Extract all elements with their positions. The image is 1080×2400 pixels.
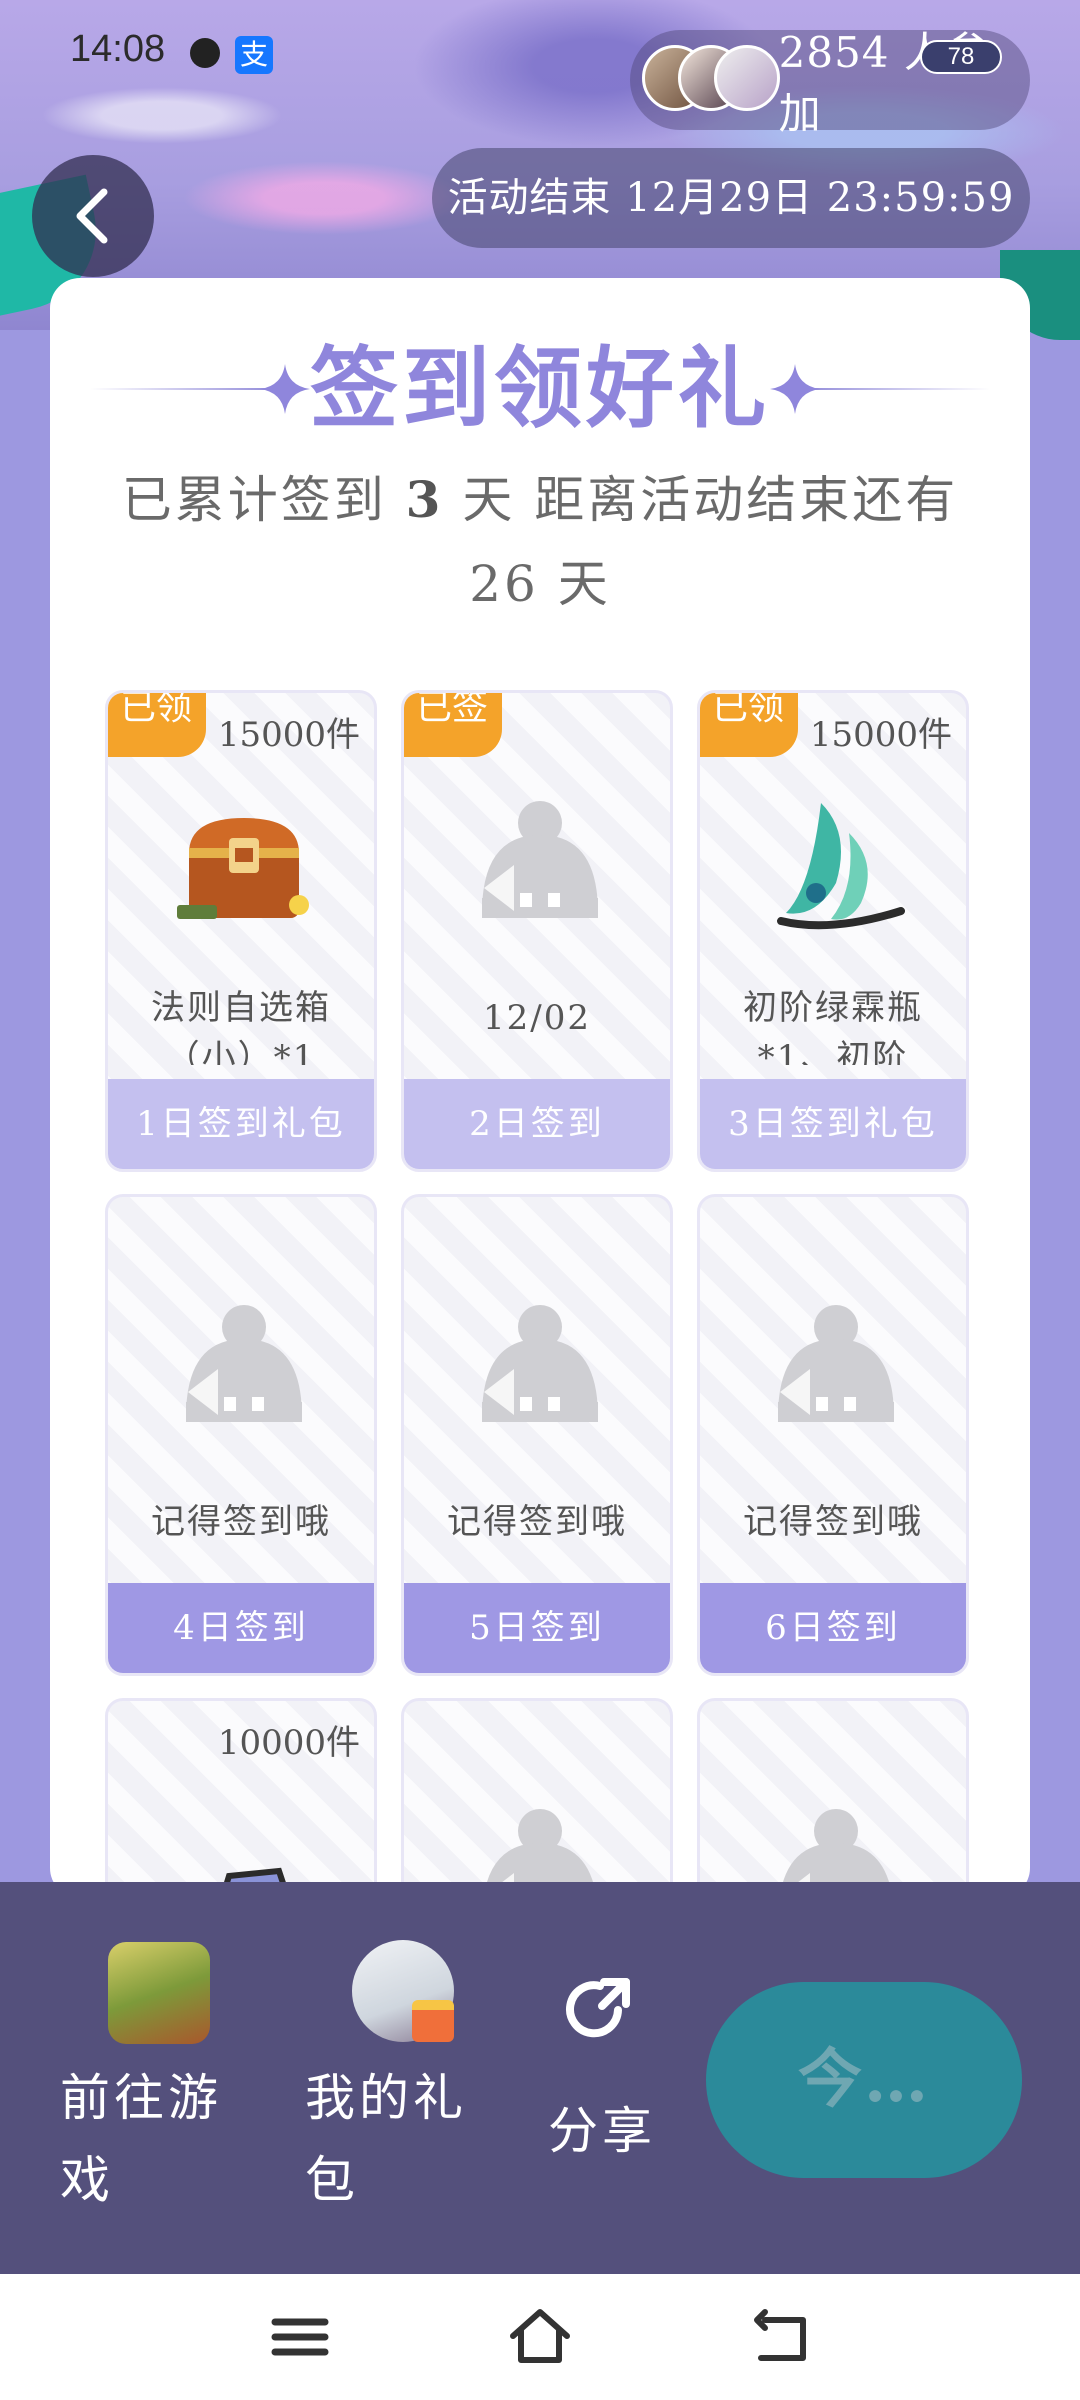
signin-tile-day8[interactable] xyxy=(401,1698,673,1898)
signin-tile-day1[interactable]: 已领 15000件 法则自选箱（小）*1 1日签到礼包 xyxy=(105,690,377,1172)
status-time: 14:08 xyxy=(70,28,166,70)
bottom-action-bar: 前往游戏 我的礼包 分享 今… xyxy=(0,1882,1080,2274)
menu-icon[interactable] xyxy=(265,2302,335,2372)
signin-tile-day2[interactable]: 已签 12/02 2日签到 xyxy=(401,690,673,1172)
signin-tile-day6[interactable]: 记得签到哦 6日签到 xyxy=(697,1194,969,1676)
summary-suffix: 天 距离活动结束还有 xyxy=(462,471,959,529)
tile-footer: 1日签到礼包 xyxy=(108,1079,374,1169)
signed-badge: 已签 xyxy=(404,693,502,757)
card-title: 签到领好礼 xyxy=(309,336,770,440)
reminder-text: 记得签到哦 xyxy=(151,1502,331,1542)
stock-count: 15000件 xyxy=(217,715,360,755)
tile-footer: 5日签到 xyxy=(404,1583,670,1673)
gift-box-icon xyxy=(412,2000,454,2042)
activity-end-time: 活动结束 12月29日 23:59:59 xyxy=(432,148,1030,248)
signin-tile-day5[interactable]: 记得签到哦 5日签到 xyxy=(401,1194,673,1676)
card-title-row: 签到领好礼 xyxy=(50,328,1030,448)
signin-summary: 已累计签到 3 天 距离活动结束还有 26 天 xyxy=(90,458,990,626)
tile-footer: 6日签到 xyxy=(700,1583,966,1673)
game-icon[interactable] xyxy=(108,1942,210,2044)
chevron-left-icon xyxy=(76,188,108,244)
signin-tile-day4[interactable]: 记得签到哦 4日签到 xyxy=(105,1194,377,1676)
go-to-game-button[interactable]: 前往游戏 xyxy=(60,2057,260,2221)
system-nav-bar xyxy=(0,2274,1080,2400)
back-nav-icon[interactable] xyxy=(745,2302,815,2372)
placeholder-avatar-icon xyxy=(482,801,598,918)
alipay-icon: 支 xyxy=(235,36,273,74)
tile-footer: 4日签到 xyxy=(108,1583,374,1673)
participant-avatars xyxy=(642,45,780,115)
placeholder-avatar-icon xyxy=(482,1305,598,1422)
stock-count: 15000件 xyxy=(809,715,952,755)
tile-footer: 2日签到 xyxy=(404,1079,670,1169)
treasure-chest-icon xyxy=(177,818,309,919)
back-button[interactable] xyxy=(32,155,154,277)
my-gifts-button[interactable]: 我的礼包 xyxy=(305,2057,505,2221)
reward-name: 初阶绿霖瓶*1、初阶 xyxy=(743,988,923,1065)
status-notification-icon xyxy=(190,38,220,68)
share-icon[interactable] xyxy=(560,1970,640,2050)
claimed-badge: 已领 xyxy=(108,693,206,757)
days-signed: 3 xyxy=(405,470,444,529)
share-button[interactable]: 分享 xyxy=(548,2090,656,2172)
signin-date: 12/02 xyxy=(483,998,591,1038)
summary-prefix: 已累计签到 xyxy=(121,471,387,529)
reward-name: 法则自选箱（小）*1 xyxy=(151,988,331,1065)
claimed-badge: 已领 xyxy=(700,693,798,757)
placeholder-avatar-icon xyxy=(778,1305,894,1422)
signin-tile-day7[interactable]: 10000件 xyxy=(105,1698,377,1898)
tile-footer: 3日签到礼包 xyxy=(700,1079,966,1169)
battery-indicator: 78 xyxy=(920,40,1002,74)
signin-tile-day9[interactable] xyxy=(697,1698,969,1898)
signin-tile-day3[interactable]: 已领 15000件 初阶绿霖瓶*1、初阶 3日签到礼包 xyxy=(697,690,969,1172)
avatar xyxy=(714,45,780,111)
green-bottle-icon xyxy=(777,803,905,930)
signin-card: 签到领好礼 已累计签到 3 天 距离活动结束还有 26 天 已领 15000件 … xyxy=(50,278,1030,1898)
participants-count: 2854 人参加 xyxy=(778,28,990,138)
days-left: 26 天 xyxy=(469,555,611,613)
placeholder-avatar-icon xyxy=(186,1305,302,1422)
stock-count: 10000件 xyxy=(217,1723,360,1763)
home-icon[interactable] xyxy=(505,2302,575,2372)
reminder-text: 记得签到哦 xyxy=(743,1502,923,1542)
reminder-text: 记得签到哦 xyxy=(447,1502,627,1542)
signin-cta-button[interactable]: 今… xyxy=(706,1982,1022,2178)
